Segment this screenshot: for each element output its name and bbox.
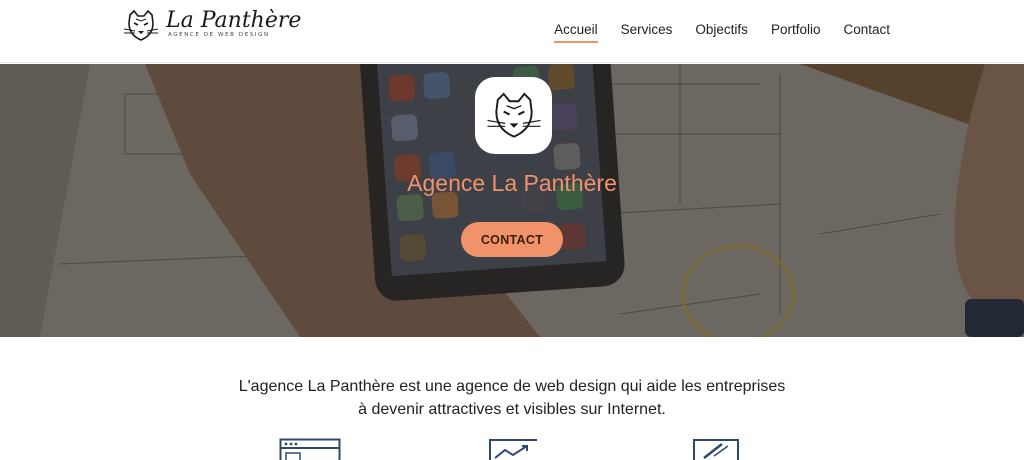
nav-item-portfolio[interactable]: Portfolio: [771, 22, 821, 43]
browser-window-icon: [279, 438, 341, 460]
chart-growth-icon: [489, 439, 537, 460]
panther-logo-icon: [486, 91, 541, 138]
nav-item-services[interactable]: Services: [621, 22, 673, 43]
intro-text: L'agence La Panthère est une agence de w…: [0, 375, 1024, 421]
nav-item-contact[interactable]: Contact: [843, 22, 890, 43]
main-nav: Accueil Services Objectifs Portfolio Con…: [554, 22, 890, 43]
brand-tagline: AGENCE DE WEB DESIGN: [168, 32, 270, 38]
intro-line-1: L'agence La Panthère est une agence de w…: [238, 378, 786, 395]
brand-name: La Panthère: [166, 8, 302, 33]
nav-item-accueil[interactable]: Accueil: [554, 22, 598, 43]
brand-logo[interactable]: La Panthère AGENCE DE WEB DESIGN: [122, 8, 301, 44]
hero-banner: Agence La Panthère CONTACT: [0, 64, 1024, 337]
contact-button[interactable]: CONTACT: [461, 222, 563, 257]
hero-logo-badge: [475, 77, 552, 154]
intro-line-2: à devenir attractives et visibles sur In…: [358, 401, 666, 418]
design-edit-icon: [693, 439, 739, 460]
site-header: La Panthère AGENCE DE WEB DESIGN Accueil…: [0, 0, 1024, 63]
nav-item-objectifs[interactable]: Objectifs: [695, 22, 748, 43]
panther-logo-icon: [123, 9, 159, 41]
hero-title: Agence La Panthère: [407, 170, 617, 196]
